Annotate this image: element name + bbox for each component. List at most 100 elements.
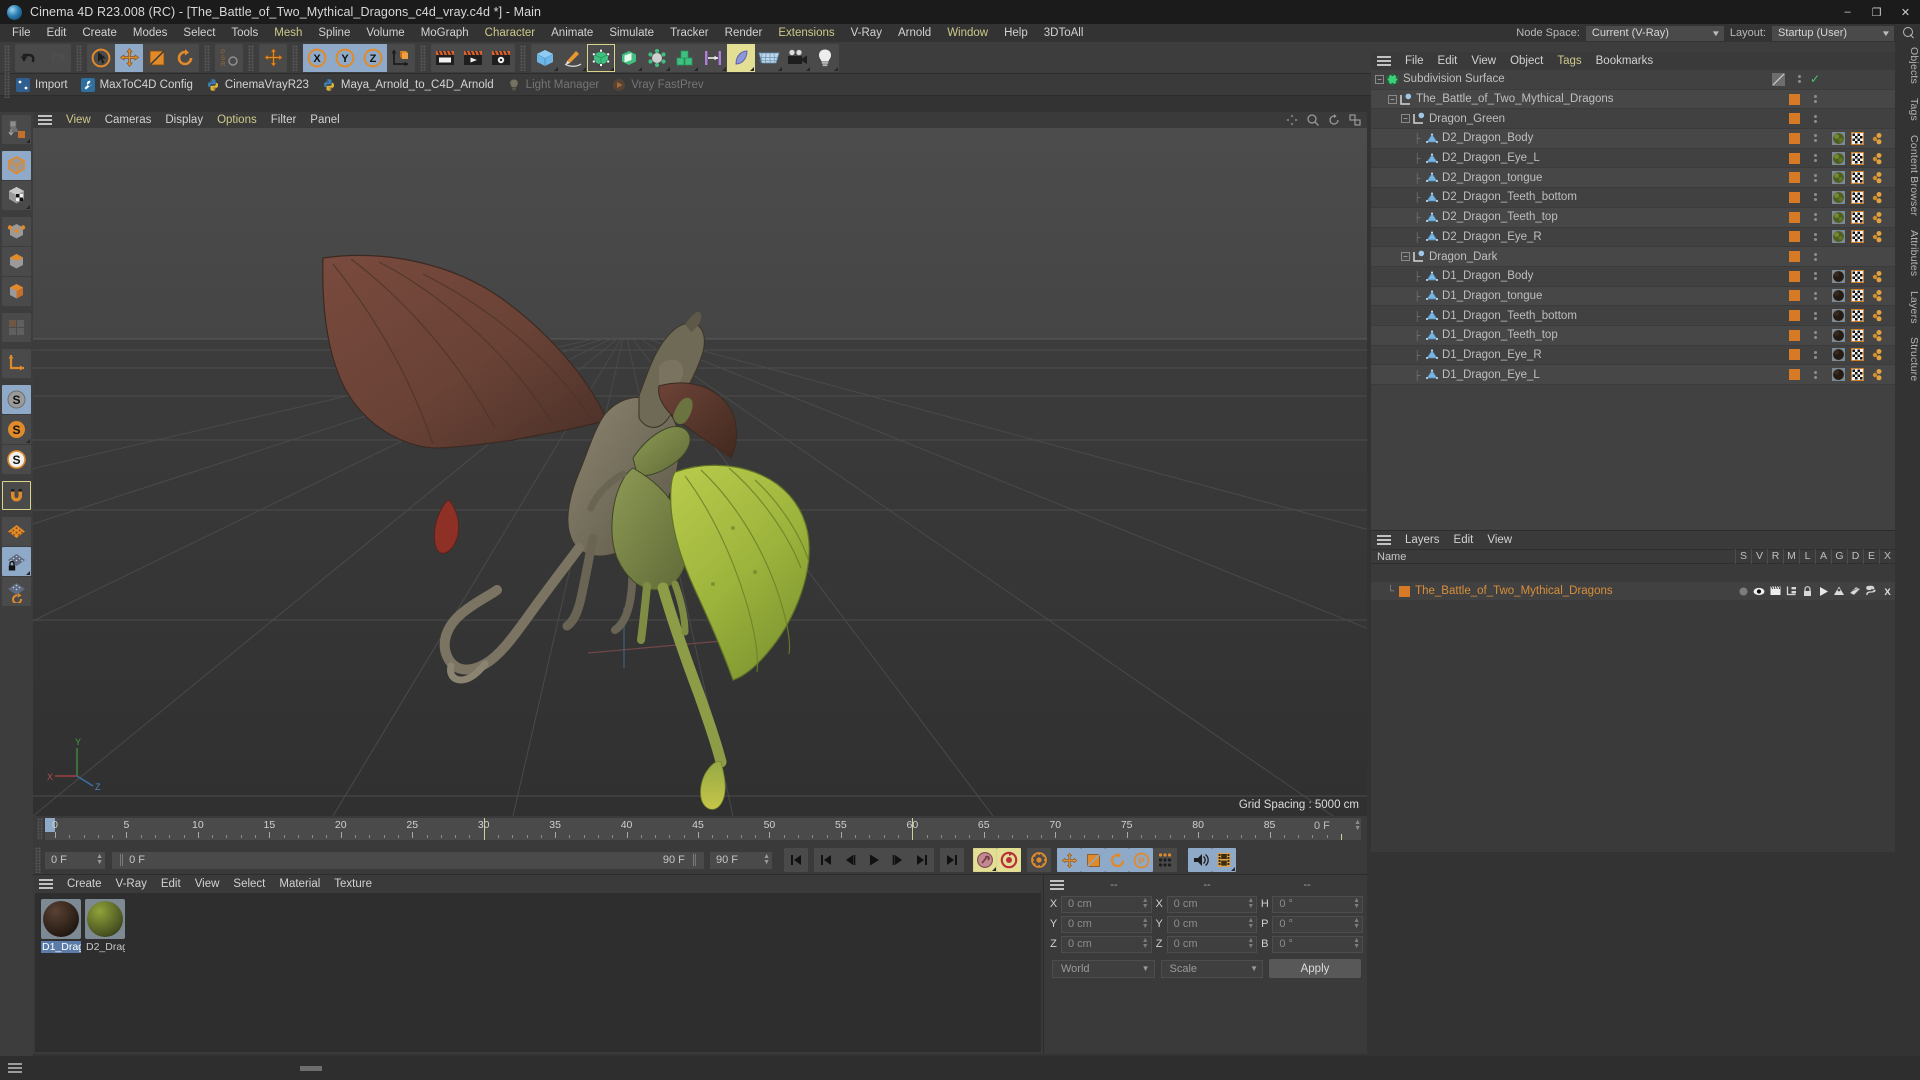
material-menu-view[interactable]: View: [188, 876, 227, 892]
toolbar-grip[interactable]: [204, 44, 210, 71]
object-layer-swatch-cell[interactable]: [1781, 113, 1807, 125]
object-row[interactable]: ├ D1_Dragon_Teeth_bottom: [1371, 306, 1895, 326]
layer-menu-layers[interactable]: Layers: [1398, 532, 1447, 548]
menu-item-window[interactable]: Window: [939, 24, 996, 42]
add-generator-button[interactable]: [587, 43, 615, 72]
menu-item-simulate[interactable]: Simulate: [601, 24, 662, 42]
go-to-end-button[interactable]: [940, 848, 964, 872]
enable-snap-button[interactable]: S: [2, 415, 31, 444]
add-spline-button[interactable]: [559, 44, 587, 72]
current-frame-input[interactable]: 0 F ▲ ▼: [45, 851, 105, 869]
rotate-tool-button[interactable]: [171, 44, 199, 72]
object-name-label[interactable]: D1_Dragon_tongue: [1442, 290, 1542, 302]
layer-color-swatch[interactable]: [1788, 132, 1800, 144]
object-visibility-dots[interactable]: [1807, 272, 1823, 281]
menu-item-v-ray[interactable]: V-Ray: [843, 24, 890, 42]
viewport-3d[interactable]: Perspective Default Camera ✦: [33, 128, 1367, 816]
record-active-objects-button[interactable]: [973, 848, 997, 872]
expander-toggle[interactable]: −: [1401, 252, 1410, 262]
object-row[interactable]: − Subdivision Surface ✓: [1371, 70, 1895, 90]
play-button[interactable]: [862, 848, 886, 872]
object-row[interactable]: ├ D1_Dragon_tongue: [1371, 286, 1895, 307]
object-row[interactable]: ├ D1_Dragon_Eye_R: [1371, 345, 1895, 366]
material-tag-icon[interactable]: [1832, 269, 1845, 283]
uvw-tag-icon[interactable]: [1851, 151, 1864, 165]
stepper-arrows-icon[interactable]: ▲ ▼: [763, 853, 770, 866]
object-name-label[interactable]: D1_Dragon_Eye_L: [1442, 369, 1540, 381]
layer-render-cell[interactable]: [1767, 586, 1783, 596]
lock-z-axis-button[interactable]: Z: [359, 43, 387, 72]
object-name-label[interactable]: D1_Dragon_Body: [1442, 270, 1533, 282]
object-visibility-dots[interactable]: [1791, 75, 1807, 84]
select-tool-button[interactable]: [87, 44, 115, 72]
layer-column-g[interactable]: G: [1831, 549, 1847, 564]
object-visibility-dots[interactable]: [1807, 95, 1823, 104]
menu-item-mesh[interactable]: Mesh: [266, 24, 310, 42]
object-name-label[interactable]: The_Battle_of_Two_Mythical_Dragons: [1416, 93, 1614, 105]
layer-rows[interactable]: └ The_Battle_of_Two_Mythical_Dragons X: [1371, 582, 1895, 852]
uvw-tag-icon[interactable]: [1851, 230, 1864, 244]
object-manager-hamburger-icon[interactable]: [1377, 56, 1391, 66]
close-button[interactable]: ✕: [1891, 0, 1920, 24]
material-menu-v-ray[interactable]: V-Ray: [109, 876, 154, 892]
layer-column-s[interactable]: S: [1735, 549, 1751, 564]
timeline-playhead[interactable]: [483, 818, 485, 840]
object-menu-object[interactable]: Object: [1503, 53, 1550, 69]
workplane-rotate-button[interactable]: [2, 577, 31, 606]
coordinates-hamburger-icon[interactable]: [1050, 880, 1064, 890]
uvw-tag-icon[interactable]: [1851, 309, 1864, 323]
go-to-start-button[interactable]: [784, 848, 808, 872]
object-menu-view[interactable]: View: [1464, 53, 1503, 69]
object-layer-swatch-cell[interactable]: [1781, 310, 1807, 322]
menu-item-file[interactable]: File: [4, 24, 39, 42]
object-visibility-dots[interactable]: [1807, 350, 1823, 359]
selection-tag-icon[interactable]: [1870, 191, 1883, 204]
selection-tag-icon[interactable]: [1870, 230, 1883, 243]
next-frame-button[interactable]: [886, 848, 910, 872]
render-view-button[interactable]: [431, 44, 459, 72]
material-tag-icon[interactable]: [1832, 171, 1845, 185]
material-tag-icon[interactable]: [1832, 190, 1845, 204]
material-item[interactable]: D2_Drag: [85, 899, 125, 953]
object-layer-swatch-cell[interactable]: [1781, 211, 1807, 223]
object-row[interactable]: ├ D2_Dragon_Eye_R: [1371, 227, 1895, 248]
material-menu-select[interactable]: Select: [226, 876, 272, 892]
object-layer-swatch-cell[interactable]: [1765, 72, 1791, 86]
layer-color-swatch[interactable]: [1399, 585, 1411, 597]
previous-key-button[interactable]: [814, 848, 838, 872]
edge-mode-button[interactable]: [2, 247, 31, 276]
stepper-arrows-icon[interactable]: ▲ ▼: [1247, 937, 1254, 950]
layer-solo-cell[interactable]: [1735, 587, 1751, 596]
plugin-button-maya-arnold-to-c4d-arnold[interactable]: Maya_Arnold_to_C4D_Arnold: [318, 74, 503, 96]
toolbar-grip[interactable]: [4, 44, 10, 71]
lock-x-axis-button[interactable]: X: [303, 43, 331, 72]
material-tag-icon[interactable]: [1832, 328, 1845, 342]
material-tag-icon[interactable]: [1832, 210, 1845, 224]
layer-visible-cell[interactable]: [1751, 587, 1767, 596]
object-layer-swatch-cell[interactable]: [1781, 349, 1807, 361]
layer-column-a[interactable]: A: [1815, 549, 1831, 564]
apply-button[interactable]: Apply: [1269, 959, 1361, 978]
layer-generators-cell[interactable]: [1831, 586, 1847, 597]
object-visibility-dots[interactable]: [1807, 370, 1823, 379]
layer-row[interactable]: └ The_Battle_of_Two_Mythical_Dragons X: [1371, 582, 1895, 600]
menu-item-tools[interactable]: Tools: [223, 24, 266, 42]
render-region-button[interactable]: [459, 44, 487, 72]
layer-color-swatch[interactable]: [1788, 369, 1800, 381]
material-tag-icon[interactable]: [1832, 151, 1845, 165]
edge-tab-objects[interactable]: Objects: [1895, 40, 1920, 91]
timeline-frame-field[interactable]: 0 F ▲ ▼: [1309, 818, 1361, 834]
viewport-menu-cameras[interactable]: Cameras: [98, 112, 159, 128]
layer-row-name-cell[interactable]: └ The_Battle_of_Two_Mythical_Dragons: [1371, 585, 1735, 597]
selection-tag-icon[interactable]: [1870, 211, 1883, 224]
object-layer-swatch-cell[interactable]: [1781, 152, 1807, 164]
layout-select[interactable]: Startup (User) ▼: [1772, 25, 1894, 41]
viewport-maximize-icon[interactable]: [1349, 114, 1361, 126]
expander-toggle[interactable]: −: [1388, 94, 1397, 104]
add-mograph-button[interactable]: [671, 44, 699, 72]
layer-color-swatch[interactable]: [1788, 152, 1800, 164]
uvw-tag-icon[interactable]: [1851, 131, 1864, 145]
uvw-tag-icon[interactable]: [1851, 171, 1864, 185]
add-scene-object-button[interactable]: [643, 44, 671, 72]
node-space-select[interactable]: Current (V-Ray) ▼: [1585, 25, 1724, 41]
